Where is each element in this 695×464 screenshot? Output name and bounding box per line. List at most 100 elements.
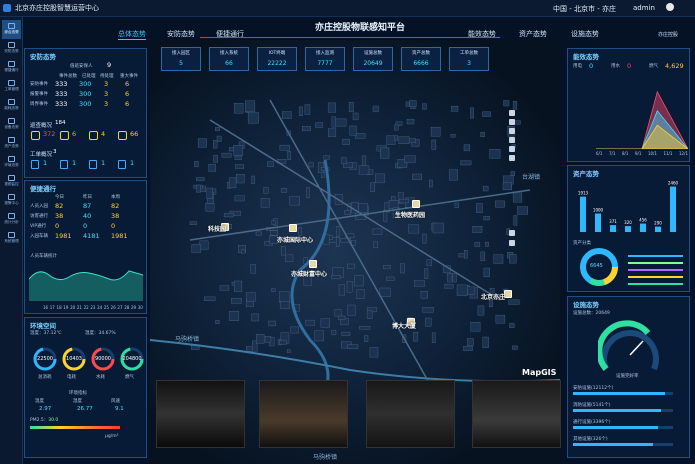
sidebar-item[interactable]: 资产态势 [2, 134, 21, 153]
kpi-card[interactable]: 接入监测 7777 [305, 47, 345, 71]
sidebar-item[interactable]: 便捷通行 [2, 58, 21, 77]
sidebar-item[interactable]: 报警中心 [2, 191, 21, 210]
access-value: 4181 [83, 232, 100, 240]
day-label: 16 [43, 305, 49, 310]
assets-panel: 资产态势 1913 1000 371 320 456 290 2460 资产分类 6645 [567, 165, 690, 292]
pending-value: 3 [104, 90, 109, 98]
camera-feed-3[interactable] [366, 380, 455, 448]
gauge-label: 燃气 [125, 375, 134, 380]
access-value: 82 [111, 202, 120, 210]
map-layer-button[interactable] [509, 230, 515, 236]
sidebar-item-label: 视频监控 [4, 182, 19, 186]
sidebar-item-label: 环境态势 [4, 163, 19, 167]
tab-facility[interactable]: 设施态势 [571, 29, 599, 39]
user-menu[interactable]: admin [633, 4, 655, 12]
sidebar-item-label: 统计分析 [4, 220, 19, 224]
energy-x-label: 8/1 [621, 151, 629, 156]
patrol-value: 184 [55, 120, 66, 126]
tab-access[interactable]: 便捷通行 [216, 29, 244, 39]
tab-assets[interactable]: 资产态势 [519, 29, 547, 39]
camera-feed-2[interactable] [259, 380, 348, 448]
temp-label: 温度：37.12℃ [30, 331, 62, 336]
map-tool-button[interactable] [509, 128, 515, 134]
energy-x-label: 7/1 [608, 151, 616, 156]
map-zoom-in-button[interactable] [509, 110, 515, 116]
major-value: 6 [125, 80, 130, 88]
done-value: 300 [79, 90, 92, 98]
env-panel: 环境空间 温度：37.12℃ 湿度：34.67% 22500 总消耗 10403 电耗… [24, 317, 147, 458]
map-tool-button[interactable] [509, 137, 515, 143]
kpi-card[interactable]: 接入园区 5 [161, 47, 201, 71]
panel-title: 环境空间 [30, 322, 56, 330]
kpi-value: 3 [467, 60, 471, 67]
sidebar-item[interactable]: 系统管理 [2, 229, 21, 248]
asset-bar-label: 1000 [593, 208, 604, 213]
app-logo-icon [3, 4, 11, 12]
energy-item-value: 0 [589, 62, 594, 70]
map-label[interactable]: 生物医药园 [395, 210, 425, 219]
kpi-card[interactable]: 接入系统 66 [209, 47, 249, 71]
map-zoom-out-button[interactable] [509, 119, 515, 125]
map-pin-icon[interactable] [289, 224, 297, 232]
sidebar-icon [8, 23, 15, 29]
tab-security[interactable]: 安防态势 [167, 29, 195, 39]
map-tool-button[interactable] [509, 155, 515, 161]
tab-overview[interactable]: 总体态势 [118, 29, 146, 40]
sidebar-item[interactable]: 环境态势 [2, 153, 21, 172]
kpi-value: 6666 [413, 60, 429, 67]
camera-feed-4[interactable] [472, 380, 561, 448]
map-label[interactable]: 亦城财富中心 [291, 269, 327, 278]
pie-center-value: 6645 [590, 263, 603, 269]
pending-value: 3 [104, 100, 109, 108]
sidebar-item[interactable]: 设备态势 [2, 115, 21, 134]
air-label: 湿度 [73, 399, 82, 404]
sidebar-item[interactable]: 视频监控 [2, 172, 21, 191]
kpi-value: 66 [225, 60, 233, 67]
park-select[interactable]: 亦庄控股 [658, 31, 678, 38]
map-label[interactable]: 科技园 [208, 224, 226, 233]
sidebar-item[interactable]: 能耗态势 [2, 96, 21, 115]
pm-value: 30.0 [48, 418, 59, 423]
facility-row-label: 通行设施(3396个) [573, 419, 610, 425]
sidebar-icon [8, 194, 15, 200]
map-layer-button[interactable] [509, 240, 515, 246]
sidebar-item[interactable]: 统计分析 [2, 210, 21, 229]
window-control-icon[interactable] [666, 3, 674, 11]
kpi-card[interactable]: IOT终端 22222 [257, 47, 297, 71]
map-label[interactable]: 亦城国际中心 [277, 235, 313, 244]
patrol-icon [31, 131, 40, 140]
kpi-label: 资产总数 [412, 51, 430, 56]
air-title: 环境指标 [69, 391, 87, 396]
sidebar-item[interactable]: 综合态势 [2, 20, 21, 39]
map-label[interactable]: 北京亦庄 [481, 292, 505, 301]
energy-item-label: 燃气 [649, 64, 658, 69]
map-label[interactable]: 博大大厦 [392, 321, 416, 330]
map-tool-button[interactable] [509, 146, 515, 152]
location-selector[interactable]: 中国 - 北京市 - 亦庄 [553, 4, 616, 14]
sidebar-item[interactable]: 工单管理 [2, 77, 21, 96]
map-pin-icon[interactable] [504, 290, 512, 298]
assets-chart: 1913 1000 371 320 456 290 2460 [578, 181, 679, 232]
map-pin-icon[interactable] [309, 260, 317, 268]
camera-feed-1[interactable] [156, 380, 245, 448]
day-label: 18 [56, 305, 62, 310]
sidebar: 综合态势 安防态势 便捷通行工单管理能耗态势 设备态势 资产态势环境态势视频监控报警中心… [0, 17, 23, 464]
asset-bar-label: 371 [609, 219, 617, 224]
kpi-value: 20649 [363, 60, 383, 67]
air-value: 9.1 [115, 406, 124, 412]
patrol-count: 372 [43, 130, 56, 138]
kpi-card[interactable]: 资产总数 6666 [401, 47, 441, 71]
tab-energy[interactable]: 能效态势 [468, 29, 496, 39]
air-label: 温度 [35, 399, 44, 404]
day-label: 23 [90, 305, 96, 310]
kpi-card[interactable]: 工单总数 3 [449, 47, 489, 71]
facility-panel: 设施态势 设施总数：20649 设施完好率 安防设施(12112个) 消防设施(5… [567, 296, 690, 458]
map-pin-icon[interactable] [412, 200, 420, 208]
sidebar-item[interactable]: 安防态势 [2, 39, 21, 58]
day-label: 17 [49, 305, 55, 310]
sidebar-item-label: 工单管理 [4, 87, 19, 91]
order-count: 1 [43, 159, 48, 167]
kpi-card[interactable]: 设施总数 20649 [353, 47, 393, 71]
panel-title: 设施态势 [573, 301, 599, 309]
sidebar-icon [8, 118, 15, 124]
